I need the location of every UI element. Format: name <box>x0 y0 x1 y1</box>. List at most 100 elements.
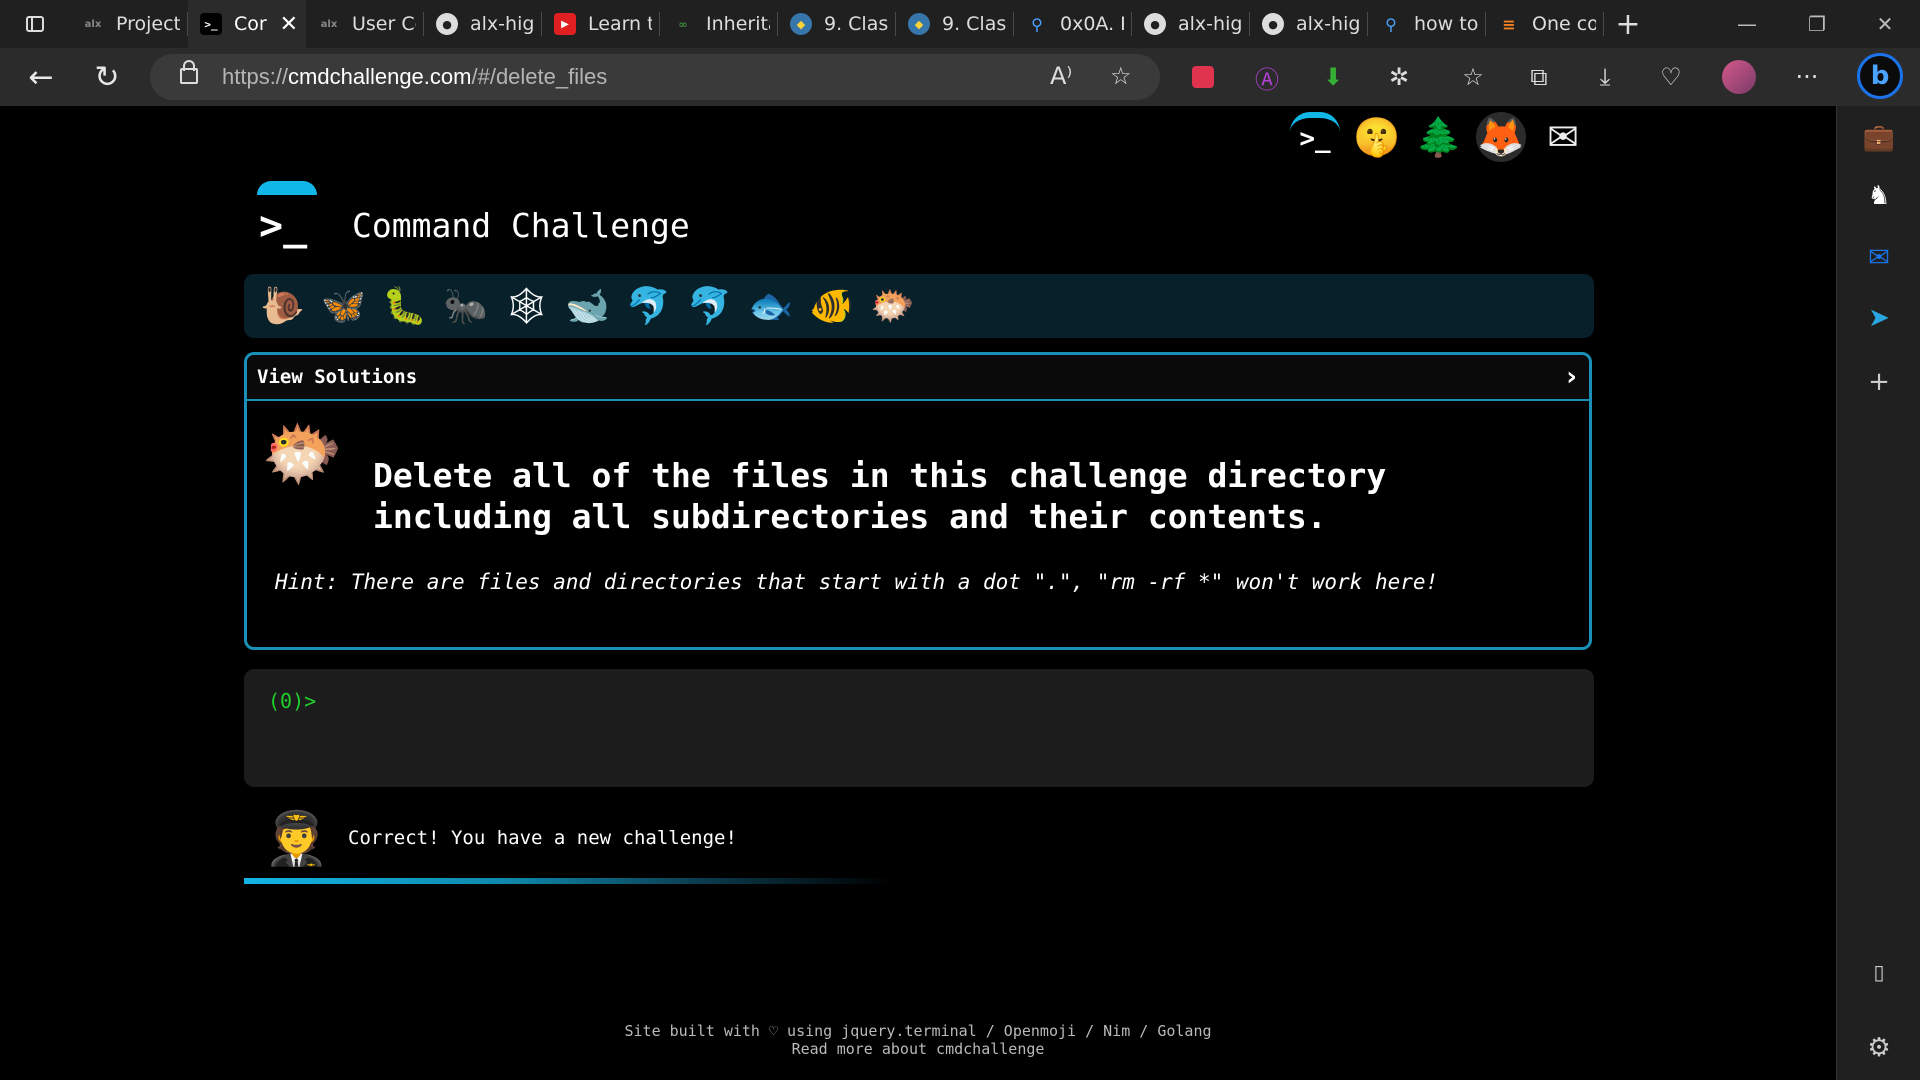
downloads-icon[interactable]: ⤓ <box>1578 48 1632 106</box>
settings-gear-icon[interactable]: ⚙ <box>1837 1026 1920 1070</box>
add-sidebar-item-icon[interactable]: + <box>1837 360 1920 404</box>
dolphin-badge-icon[interactable]: 🐬 <box>618 278 679 334</box>
tropical-fish-badge-icon[interactable]: 🐠 <box>801 278 862 334</box>
footer: Site built with ♡ using jquery.terminal … <box>0 1022 1836 1058</box>
tab-label: User Co <box>352 13 416 35</box>
address-bar[interactable]: https://cmdchallenge.com/#/delete_files … <box>150 54 1160 100</box>
tab-label: 9. Class <box>824 13 888 35</box>
tab-label: how to <box>1414 13 1478 35</box>
shushing-face-icon[interactable]: 🤫 <box>1352 112 1402 162</box>
tab-label: Inherita <box>706 13 770 35</box>
caterpillar-badge-icon[interactable]: 🐛 <box>374 278 435 334</box>
result-message: Correct! You have a new challenge! <box>348 827 737 849</box>
tab-python-1[interactable]: ◆ 9. Class <box>778 0 896 48</box>
tab-python-2[interactable]: ◆ 9. Class <box>896 0 1014 48</box>
blowfish-badge-icon[interactable]: 🐡 <box>862 278 923 334</box>
navigation-bar: ← ↻ https://cmdchallenge.com/#/delete_fi… <box>0 48 1920 106</box>
alx-icon: alx <box>84 18 102 30</box>
close-tab-icon[interactable]: ✕ <box>280 12 298 37</box>
tab-stackoverflow[interactable]: ≡ One co <box>1486 0 1604 48</box>
tab-user-co[interactable]: alx User Co <box>306 0 424 48</box>
tab-label: alx-high <box>1296 13 1360 35</box>
extension-purple-icon[interactable]: Ⓐ <box>1240 48 1294 106</box>
tab-project[interactable]: alx Project: <box>70 0 188 48</box>
more-menu-icon[interactable]: ··· <box>1780 48 1834 106</box>
restore-button[interactable]: ❐ <box>1782 0 1852 48</box>
challenge-badges-bar: 🐌 🦋 🐛 🐜 🕸 🐋 🐬 🐬 🐟 🐠 🐡 <box>244 274 1594 338</box>
github-icon: ● <box>1262 13 1284 35</box>
tab-search-2[interactable]: ⚲ how to <box>1368 0 1486 48</box>
tab-search-1[interactable]: ⚲ 0x0A. P <box>1014 0 1132 48</box>
tab-label: alx-high <box>1178 13 1242 35</box>
games-icon[interactable]: ♞ <box>1837 174 1920 218</box>
terminal-prompt: (0)> <box>268 689 317 713</box>
favorites-icon[interactable]: ☆ <box>1446 48 1500 106</box>
tools-briefcase-icon[interactable]: 💼 <box>1837 116 1920 160</box>
ant-badge-icon[interactable]: 🐜 <box>435 278 496 334</box>
snail-badge-icon[interactable]: 🐌 <box>252 278 313 334</box>
dolphin-badge-icon-2[interactable]: 🐬 <box>679 278 740 334</box>
python-icon: ◆ <box>790 13 812 35</box>
challenge-hint: Hint: There are files and directories th… <box>275 570 1439 594</box>
github-icon: ● <box>1144 13 1166 35</box>
tab-github-2[interactable]: ● alx-high <box>1132 0 1250 48</box>
tab-youtube[interactable]: ▶ Learn to <box>542 0 660 48</box>
tab-github-3[interactable]: ● alx-high <box>1250 0 1368 48</box>
performance-heart-icon[interactable]: ♡ <box>1644 48 1698 106</box>
extensions-puzzle-icon[interactable]: ✲ <box>1372 48 1426 106</box>
favorite-star-icon[interactable]: ☆ <box>1110 62 1132 90</box>
terminal-logo-icon[interactable]: >_ <box>1290 112 1340 160</box>
search-icon: ⚲ <box>1385 14 1397 34</box>
tab-actions-button[interactable] <box>0 0 70 48</box>
bing-copilot-icon[interactable]: b <box>1857 53 1903 99</box>
new-tab-button[interactable]: + <box>1604 7 1652 42</box>
envelope-icon[interactable]: ✉ <box>1538 112 1588 162</box>
outlook-icon[interactable]: ✉ <box>1837 236 1920 280</box>
challenge-description: Delete all of the files in this challeng… <box>373 456 1387 536</box>
github-icon: ● <box>436 13 458 35</box>
terminal-icon: >_ <box>200 13 222 35</box>
close-window-button[interactable]: ✕ <box>1850 0 1920 48</box>
profile-avatar[interactable] <box>1712 48 1766 106</box>
site-logo: >_ <box>255 181 319 249</box>
send-icon[interactable]: ➤ <box>1837 296 1920 340</box>
tab-label: 9. Class <box>942 13 1006 35</box>
footer-credits: Site built with ♡ using jquery.terminal … <box>624 1022 1212 1040</box>
whale-badge-icon[interactable]: 🐋 <box>557 278 618 334</box>
blowfish-icon: 🐡 <box>261 415 344 492</box>
read-more-link[interactable]: Read more about cmdchallenge <box>0 1040 1836 1058</box>
gitlab-icon[interactable]: 🦊 <box>1476 112 1526 162</box>
chevron-right-icon: › <box>1566 362 1577 392</box>
alx-icon: alx <box>320 18 338 30</box>
terminal-input[interactable]: (0)> <box>244 669 1594 787</box>
back-button[interactable]: ← <box>8 48 74 106</box>
result-row: 🧑‍✈️ Correct! You have a new challenge! <box>264 806 737 870</box>
refresh-button[interactable]: ↻ <box>74 48 140 106</box>
tree-icon[interactable]: 🌲 <box>1414 112 1464 162</box>
tab-label: 0x0A. P <box>1060 13 1124 35</box>
search-icon: ⚲ <box>1031 14 1043 34</box>
minimize-button[interactable]: — <box>1712 0 1782 48</box>
extension-red-icon[interactable] <box>1176 48 1230 106</box>
youtube-icon: ▶ <box>554 13 576 35</box>
collections-icon[interactable]: ⧉ <box>1512 48 1566 106</box>
logo-cap-shape <box>257 181 317 195</box>
tab-cmdchallenge[interactable]: >_ Cor ✕ <box>188 0 306 48</box>
python-icon: ◆ <box>908 13 930 35</box>
view-solutions-label: View Solutions <box>257 366 418 388</box>
tab-inheritance[interactable]: ∞ Inherita <box>660 0 778 48</box>
butterfly-badge-icon[interactable]: 🦋 <box>313 278 374 334</box>
fish-badge-icon[interactable]: 🐟 <box>740 278 801 334</box>
download-extension-icon[interactable]: ⬇ <box>1306 48 1360 106</box>
top-icon-links: >_ 🤫 🌲 🦊 ✉ <box>1290 112 1588 162</box>
view-solutions-toggle[interactable]: View Solutions › <box>247 355 1589 401</box>
tab-bar: alx Project: >_ Cor ✕ alx User Co ● alx-… <box>0 0 1920 48</box>
tab-label: Cor <box>234 13 267 35</box>
spider-web-badge-icon[interactable]: 🕸 <box>496 278 557 334</box>
tab-label: alx-high <box>470 13 534 35</box>
link-icon: ∞ <box>678 17 688 31</box>
tab-github-1[interactable]: ● alx-high <box>424 0 542 48</box>
read-aloud-icon[interactable]: A⁾ <box>1050 62 1072 90</box>
edge-sidebar: 💼 ♞ ✉ ➤ + ▯ ⚙ <box>1836 106 1920 1080</box>
sidebar-toggle-icon[interactable]: ▯ <box>1837 950 1920 994</box>
